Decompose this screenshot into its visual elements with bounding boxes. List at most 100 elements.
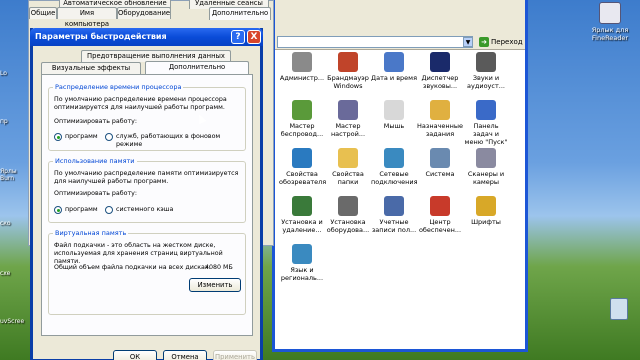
memory-group: Использование памяти По умолчанию распре… [48,157,246,223]
cp-item-label: Панель задач и меню "Пуск" [464,122,508,146]
taskbar-icon [476,100,496,120]
cp-item-label: Язык и региональ... [280,266,324,282]
memory-description: По умолчанию распределение памяти оптими… [54,170,239,185]
cpu-programs-label[interactable]: программ [65,133,98,141]
cp-item-label: Диспетчер звуковы... [421,74,459,90]
cp-item-wireless-wizard[interactable]: Мастер беспровод... [279,100,325,138]
memory-group-label: Использование памяти [53,157,137,166]
cpu-group: Распределение времени процессора По умол… [48,83,246,151]
virtual-memory-group-label: Виртуальная память [53,229,129,238]
cp-item-label: Мышь [383,122,405,130]
memory-programs-radio[interactable] [54,206,62,214]
cp-item-firewall[interactable]: Брандмауэр Windows [325,52,371,90]
control-panel-toolbar [275,0,525,34]
memory-optimize-label: Оптимизировать работу: [54,190,138,197]
cpu-background-label[interactable]: служб, работающих в фоновом режиме [116,133,245,149]
cp-item-taskbar[interactable]: Панель задач и меню "Пуск" [463,100,509,146]
cp-item-folder-options[interactable]: Свойства папки [325,148,371,186]
cp-item-fonts[interactable]: Шрифты [463,196,509,226]
dialog-title: Параметры быстродействия [35,32,167,41]
recycle-bin-icon[interactable] [610,298,628,320]
cp-item-sound-manager[interactable]: Диспетчер звуковы... [417,52,463,90]
internet-options-icon [292,148,312,168]
tab-computer-name[interactable]: Имя компьютера [57,7,117,28]
mouse-icon [384,100,404,120]
scanner-icon [476,148,496,168]
system-icon [430,148,450,168]
cp-item-scheduled-tasks[interactable]: Назначенные задания [417,100,463,138]
cp-item-label: Дата и время [371,74,417,82]
cp-item-speaker[interactable]: Звуки и аудиоуст... [463,52,509,90]
cp-item-add-hardware[interactable]: Установка оборудова... [325,196,371,234]
cp-item-admin-tools[interactable]: Администр... [279,52,325,82]
add-hardware-icon [338,196,358,216]
change-button[interactable]: Изменить [189,278,241,292]
finereader-icon [599,2,621,24]
cp-item-user-accounts[interactable]: Учетные записи пол... [371,196,417,234]
cp-item-clock[interactable]: Дата и время [371,52,417,82]
cp-item-scanner[interactable]: Сканеры и камеры [463,148,509,186]
desktop-icon-edge-5[interactable]: cxe [0,270,26,288]
go-button[interactable]: ➜ Переход [479,36,523,48]
cp-item-regional[interactable]: Язык и региональ... [279,244,325,282]
cp-item-label: Шрифты [471,218,501,226]
memory-cache-label[interactable]: системного кэша [116,206,173,214]
cp-item-network-connections[interactable]: Сетевые подключения [371,148,418,186]
desktop-icon-finereader[interactable]: Ярлык для FineReader [584,2,636,42]
cp-item-label: Сетевые подключения [371,170,418,186]
cp-item-internet-options[interactable]: Свойства обозревателя [279,148,327,186]
admin-tools-icon [292,52,312,72]
cp-item-label: Свойства обозревателя [279,170,327,186]
address-dropdown-button[interactable]: ▼ [463,37,473,47]
cp-item-label: Мастер беспровод... [280,122,324,138]
cp-item-label: Звуки и аудиоуст... [467,74,505,90]
tab-general[interactable]: Общие [29,7,57,19]
cp-item-label: Мастер настрой... [330,122,366,138]
wireless-wizard-icon [292,100,312,120]
cp-item-label: Учетные записи пол... [371,218,417,234]
fonts-icon [476,196,496,216]
cp-item-network-wizard[interactable]: Мастер настрой... [325,100,371,138]
tab-advanced[interactable]: Дополнительно [145,61,249,74]
close-button[interactable]: X [247,30,261,44]
user-accounts-icon [384,196,404,216]
security-center-icon [430,196,450,216]
cancel-button[interactable]: Отмена [163,350,207,360]
cpu-description: По умолчанию распределение времени проце… [54,96,227,111]
cp-item-label: Установка и удаление... [281,218,323,234]
desktop-icon-edge-4[interactable]: ско [0,220,26,238]
network-wizard-icon [338,100,358,120]
cp-item-label: Система [425,170,455,178]
cp-item-mouse[interactable]: Мышь [371,100,417,130]
go-label: Переход [491,38,523,46]
dialog-titlebar[interactable]: Параметры быстродействия [30,28,263,46]
tab-visual-effects[interactable]: Визуальные эффекты [41,62,141,74]
apply-button[interactable]: Применить [213,350,257,360]
scheduled-tasks-icon [430,100,450,120]
address-bar: ▼ ➜ Переход [275,34,525,50]
cp-item-add-remove[interactable]: Установка и удаление... [279,196,325,234]
desktop-icon-edge-3[interactable]: Ярлы Burn [0,168,26,186]
virtual-memory-group: Виртуальная память Файл подкачки - это о… [48,229,246,315]
desktop-icon-edge-6[interactable]: uvScree [0,318,26,336]
cp-item-label: Назначенные задания [417,122,464,138]
desktop-icon-label: Ярлык для FineReader [591,26,629,42]
virtual-memory-total-label: Общий объем файла подкачки на всех диска… [54,264,211,271]
virtual-memory-total-value: 4080 МБ [205,264,233,271]
memory-programs-label[interactable]: программ [65,206,98,214]
tab-hardware[interactable]: Оборудование [117,7,171,19]
desktop-icon-edge-2[interactable]: пр [0,118,26,136]
cp-item-security-center[interactable]: Центр обеспечен... [417,196,463,234]
go-arrow-icon: ➜ [479,37,489,47]
address-input[interactable] [277,36,473,48]
memory-cache-radio[interactable] [105,206,113,214]
regional-icon [292,244,312,264]
desktop-icon-edge-1[interactable]: Lo [0,70,26,88]
tab-advanced-system[interactable]: Дополнительно [209,7,271,20]
clock-icon [384,52,404,72]
cpu-background-radio[interactable] [105,133,113,141]
ok-button[interactable]: ОК [113,350,157,360]
cpu-programs-radio[interactable] [54,133,62,141]
cp-item-system[interactable]: Система [417,148,463,178]
help-button[interactable]: ? [231,30,245,44]
